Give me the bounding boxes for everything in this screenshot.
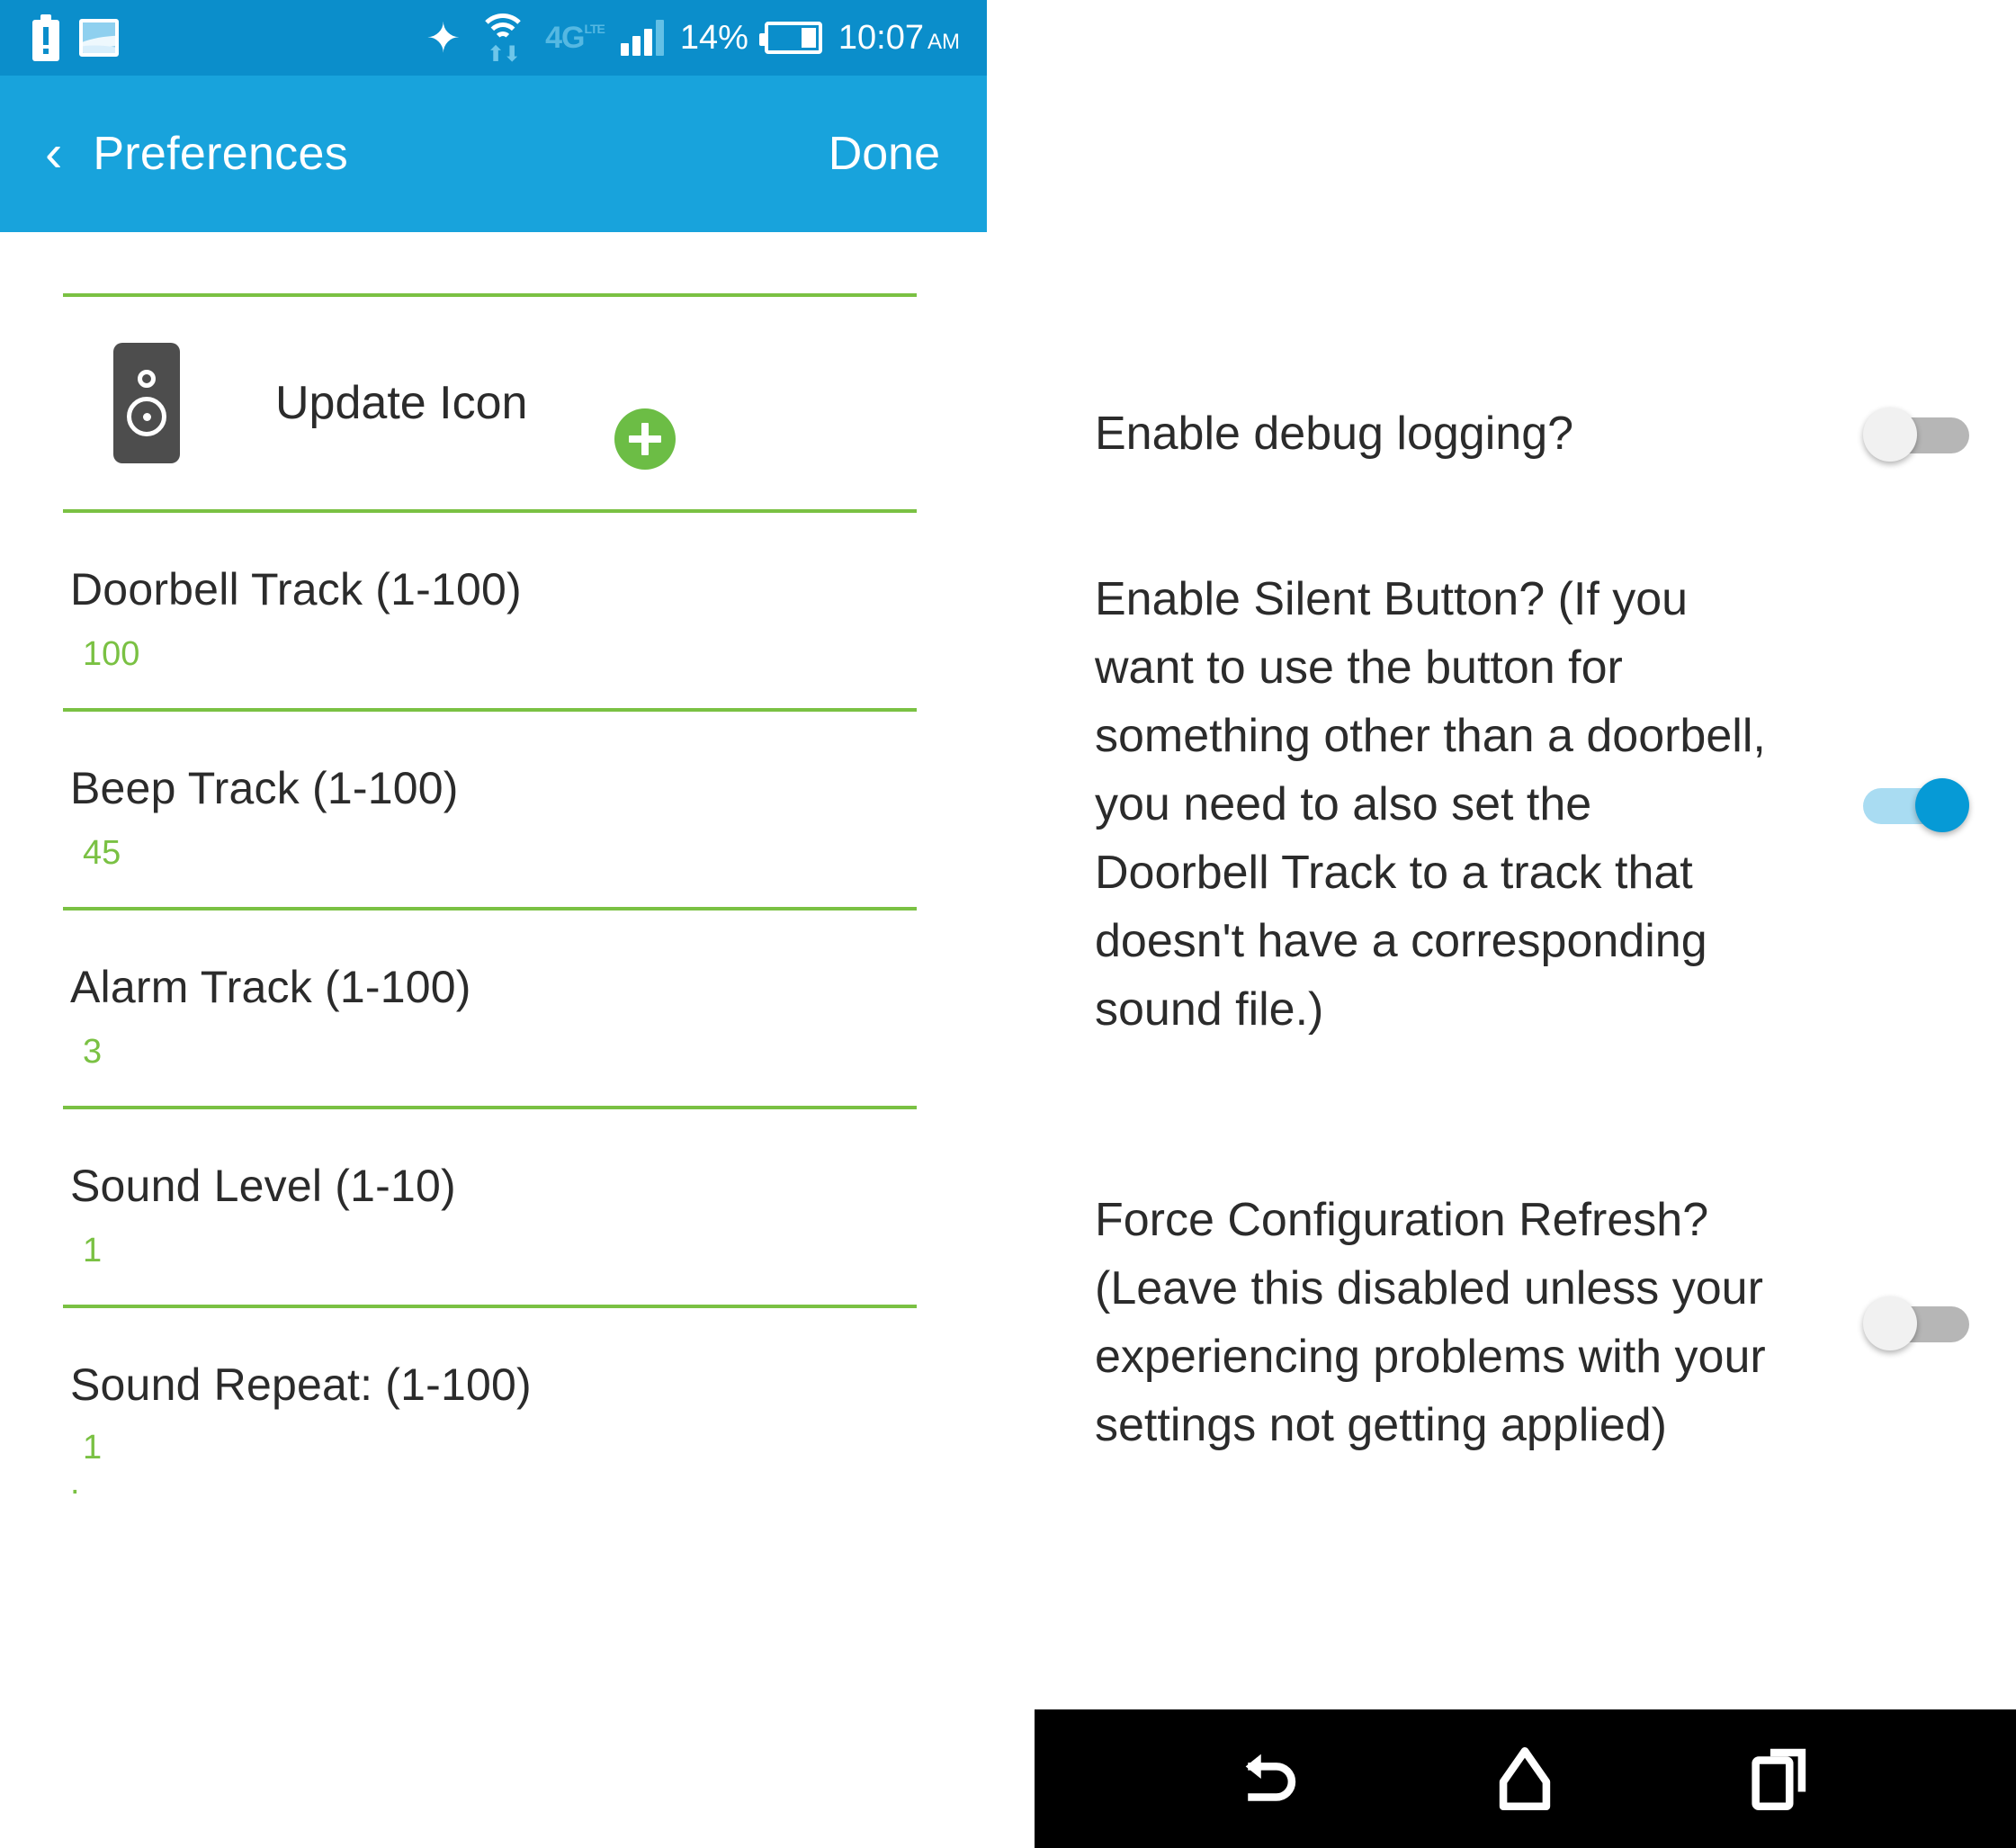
back-arrow-icon[interactable] xyxy=(1221,1729,1320,1828)
field-value[interactable]: 3 xyxy=(70,1033,987,1072)
network-label: 4G xyxy=(545,20,585,55)
plus-icon[interactable] xyxy=(614,408,676,470)
battery-icon xyxy=(758,22,822,54)
field-value[interactable]: 45 xyxy=(70,834,987,873)
field-value[interactable]: 1 xyxy=(70,1232,987,1270)
status-bar-clock: 10:07 AM xyxy=(838,19,960,58)
pref-force-configuration-refresh[interactable]: Force Configuration Refresh? (Leave this… xyxy=(987,1186,2016,1459)
bluetooth-icon: ✦ xyxy=(426,14,461,61)
recent-apps-icon[interactable] xyxy=(1731,1729,1830,1828)
back-button[interactable]: ‹ xyxy=(0,128,93,180)
field-beep-track[interactable]: Beep Track (1-100) 45 xyxy=(0,712,987,907)
field-sound-level[interactable]: Sound Level (1-10) 1 xyxy=(0,1109,987,1305)
pref-label: Enable Silent Button? (If you want to us… xyxy=(1095,573,1766,1036)
field-label: Beep Track (1-100) xyxy=(70,763,459,813)
field-label: Sound Repeat: (1-100) xyxy=(70,1359,532,1410)
update-icon-label: Update Icon xyxy=(275,377,528,429)
field-sound-repeat[interactable]: Sound Repeat: (1-100) 1 xyxy=(0,1308,987,1467)
clock-meridiem: AM xyxy=(927,29,960,54)
done-button[interactable]: Done xyxy=(829,127,987,181)
field-label: Sound Level (1-10) xyxy=(70,1161,456,1211)
clock-time: 10:07 xyxy=(838,18,924,57)
status-bar-right: ✦ ⬆⬇ 4G LTE 14% 10:07 AM xyxy=(426,13,987,67)
toggle-enable-silent-button[interactable] xyxy=(1863,773,1969,836)
pref-enable-silent-button[interactable]: Enable Silent Button? (If you want to us… xyxy=(987,565,2016,1044)
field-label: Doorbell Track (1-100) xyxy=(70,564,522,615)
network-type-icon: 4G LTE xyxy=(545,21,605,56)
photo-icon xyxy=(79,19,119,57)
clipped-divider-mark: . xyxy=(70,1464,80,1502)
screen-root: ✦ ⬆⬇ 4GLTE 14% 10:07AM ‹ Preferences D xyxy=(0,0,2016,1848)
network-sub: LTE xyxy=(584,21,605,36)
field-doorbell-track[interactable]: Doorbell Track (1-100) 100 xyxy=(0,513,987,708)
field-value[interactable]: 100 xyxy=(70,635,987,674)
speaker-icon xyxy=(113,343,180,463)
toggle-enable-debug-logging[interactable] xyxy=(1863,402,1969,465)
pref-label: Enable debug logging? xyxy=(1095,408,1574,460)
toggle-force-configuration-refresh[interactable] xyxy=(1863,1291,1969,1354)
home-icon[interactable] xyxy=(1475,1729,1574,1828)
phone-screen-right: Enable debug logging? Enable Silent Butt… xyxy=(987,0,2016,1848)
clipped-row xyxy=(0,232,987,293)
status-bar: ✦ ⬆⬇ 4G LTE 14% 10:07 AM xyxy=(0,0,987,76)
preferences-list: Update Icon Doorbell Track (1-100) 100 B… xyxy=(0,232,987,1503)
pref-label: Force Configuration Refresh? (Leave this… xyxy=(1095,1194,1766,1451)
app-bar: ‹ Preferences Done xyxy=(0,76,987,232)
status-bar-left xyxy=(0,14,119,61)
signal-bars-icon xyxy=(620,20,664,56)
field-alarm-track[interactable]: Alarm Track (1-100) 3 xyxy=(0,911,987,1106)
field-label: Alarm Track (1-100) xyxy=(70,962,471,1012)
field-value[interactable]: 1 xyxy=(70,1429,987,1467)
battery-alert-icon xyxy=(32,14,59,61)
wifi-icon: ⬆⬇ xyxy=(477,13,529,67)
navigation-bar xyxy=(1035,1709,2016,1848)
update-icon-row[interactable]: Update Icon xyxy=(0,297,987,509)
pref-enable-debug-logging[interactable]: Enable debug logging? xyxy=(987,399,2016,468)
page-title: Preferences xyxy=(93,128,348,180)
phone-screen-left: ✦ ⬆⬇ 4GLTE 14% 10:07AM ‹ Preferences D xyxy=(0,0,987,1848)
battery-percent: 14% xyxy=(679,18,748,57)
